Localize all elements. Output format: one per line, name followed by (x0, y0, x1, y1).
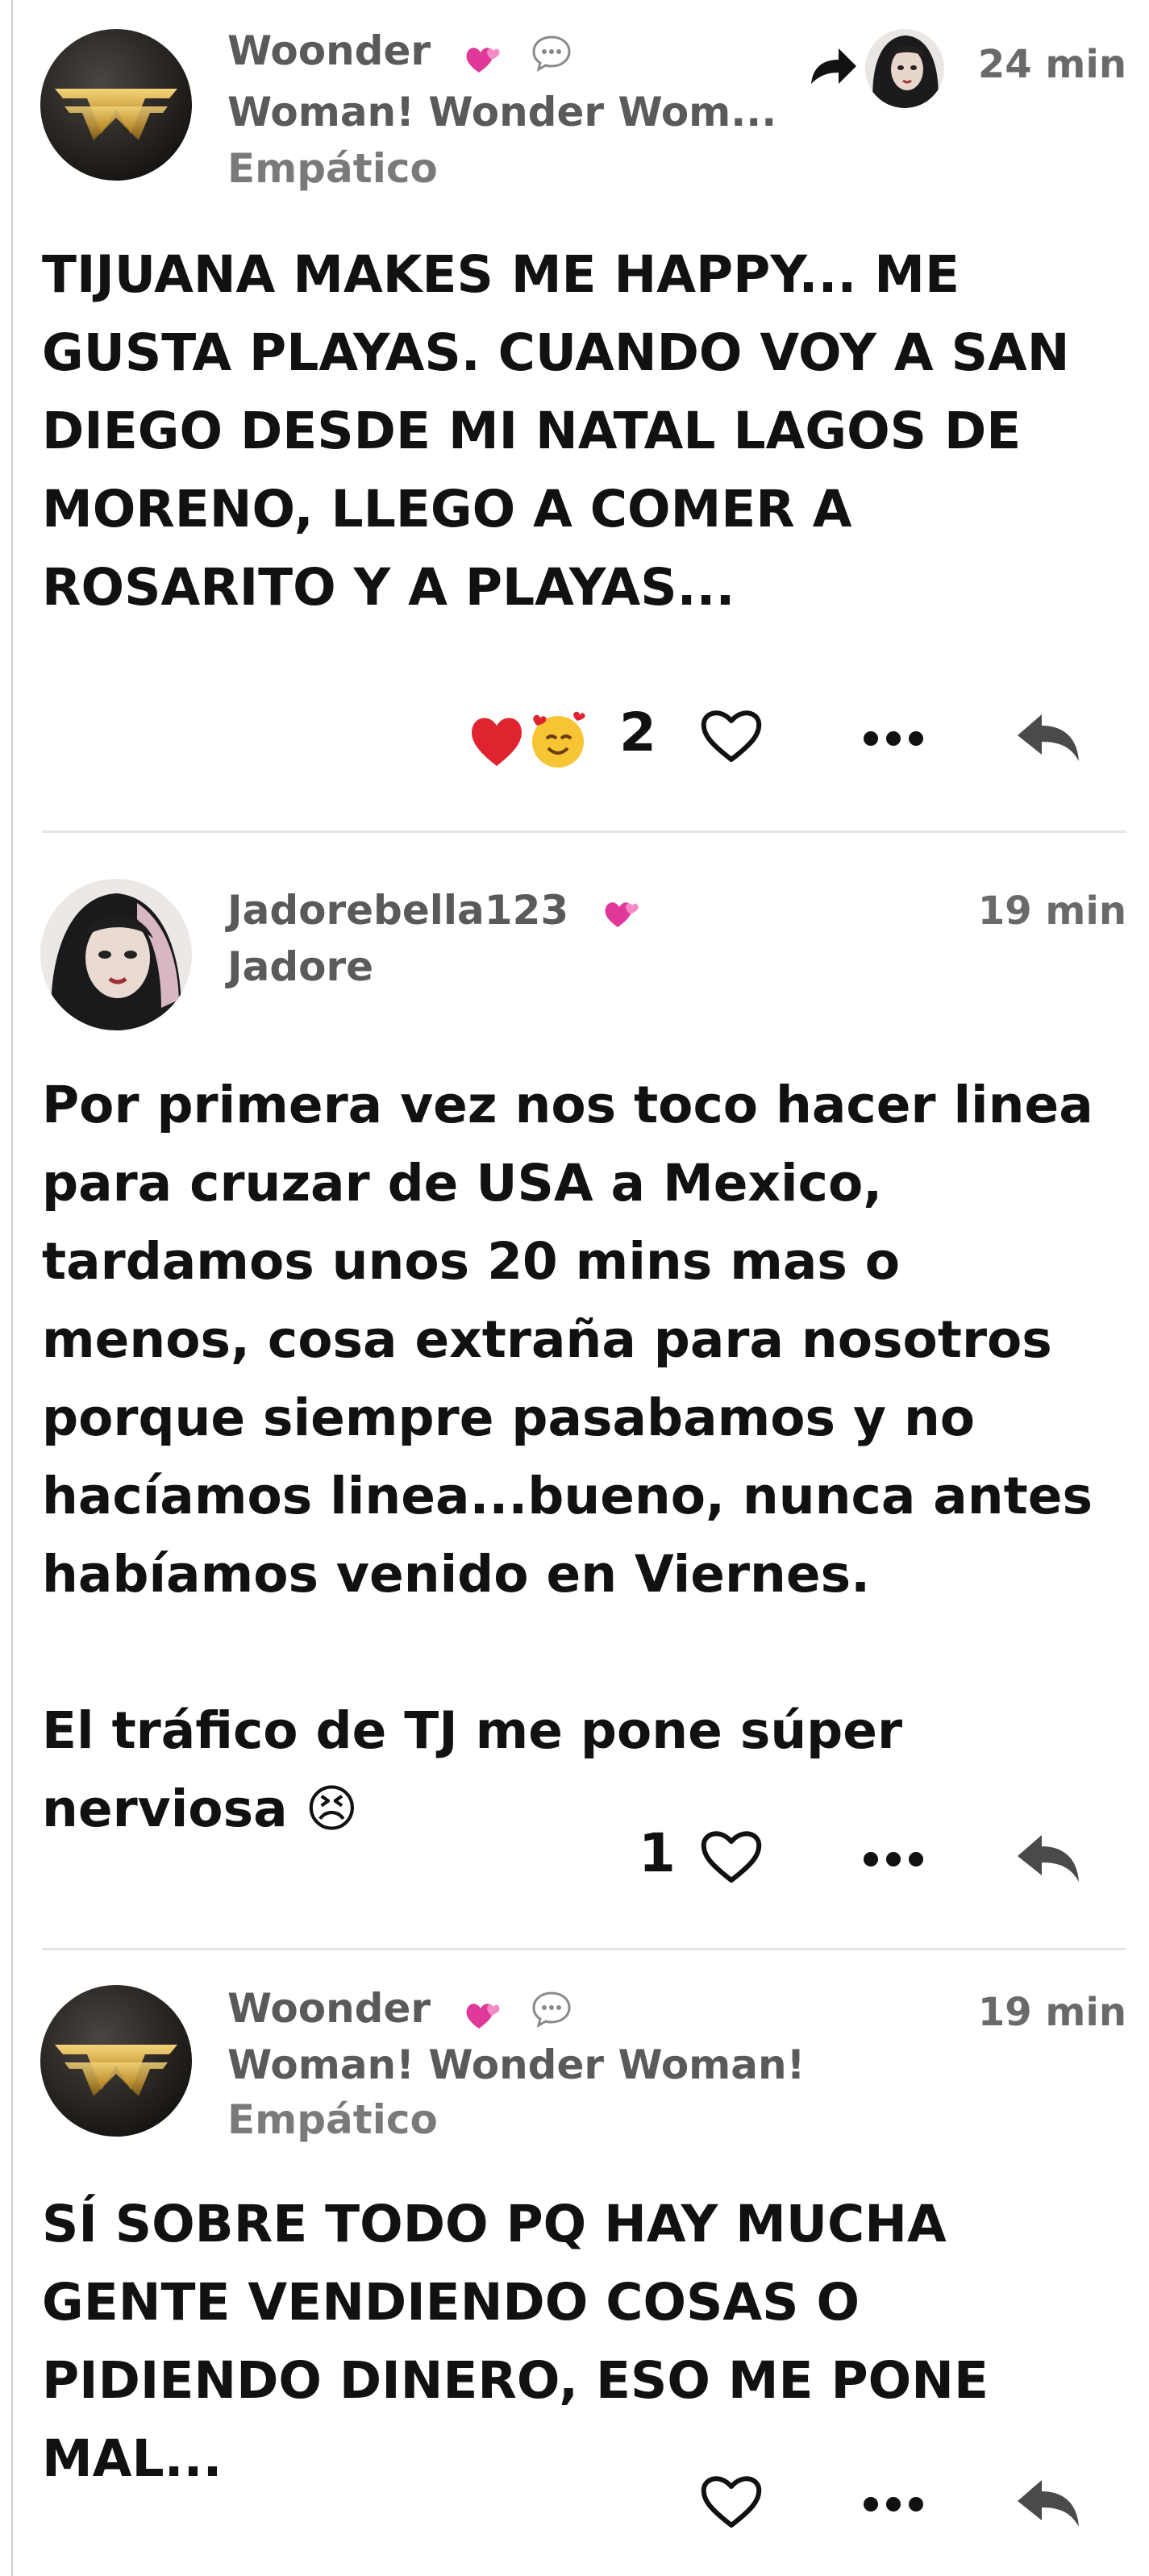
mood-label: Empático (227, 145, 438, 192)
reply-button[interactable] (1008, 2470, 1089, 2535)
display-name: Jadore (227, 943, 374, 990)
reply-icon (1018, 1835, 1079, 1882)
reactions-summary[interactable] (468, 706, 589, 771)
hearts-badge-icon (605, 902, 639, 927)
like-count: 2 (619, 701, 656, 764)
like-button[interactable] (695, 703, 768, 768)
username[interactable]: Woonder (227, 27, 431, 74)
reply-icon (1018, 714, 1079, 761)
comment-post-2: Jadorebella123 Jadore 19 min Por primera… (0, 855, 1149, 1943)
post-actions: 2 (0, 700, 1149, 772)
username[interactable]: Jadorebella123 (227, 887, 568, 934)
heart-outline-icon (701, 710, 762, 762)
reply-button[interactable] (1008, 705, 1089, 769)
wonder-woman-logo-icon (40, 29, 192, 181)
speech-bubble-icon (532, 1991, 571, 2028)
mood-label: Empático (227, 2096, 438, 2143)
gothic-woman-avatar (40, 879, 192, 1030)
like-button[interactable] (695, 2469, 768, 2533)
hearts-badge-icon (466, 2004, 500, 2029)
more-options-button[interactable] (853, 1827, 934, 1891)
post-body: SÍ SOBRE TODO PQ HAY MUCHA GENTE VENDIEN… (42, 2195, 1006, 2488)
wonder-woman-logo-icon (40, 1985, 192, 2137)
post-time: 19 min (977, 888, 1126, 934)
heart-outline-icon (701, 1831, 762, 1883)
post-actions (0, 2466, 1149, 2538)
display-name: Woman! Wonder Wom... (227, 89, 777, 135)
gothic-woman-avatar-small (865, 29, 944, 108)
post-divider (42, 1948, 1126, 1950)
avatar-woonder[interactable] (40, 1985, 192, 2137)
heart-reaction-icon (472, 711, 585, 768)
more-options-button[interactable] (853, 2472, 934, 2536)
ellipsis-icon (864, 2497, 923, 2511)
post-time: 24 min (977, 42, 1126, 87)
heart-outline-icon (701, 2476, 762, 2528)
comment-post-3: Woonder Woman! Wonder Woman! Empático 19… (0, 1967, 1149, 2576)
reply-arrow-icon (811, 48, 856, 84)
post-divider (42, 830, 1126, 833)
avatar-woonder[interactable] (40, 29, 192, 181)
more-options-button[interactable] (853, 706, 934, 771)
post-body: Por primera vez nos toco hacer linea par… (42, 1076, 1093, 1838)
like-count: 1 (639, 1822, 676, 1884)
reply-icon (1018, 2480, 1079, 2527)
post-body: TIJUANA MAKES ME HAPPY... ME GUSTA PLAYA… (42, 245, 1088, 617)
like-button[interactable] (695, 1824, 768, 1888)
post-actions: 1 (0, 1821, 1149, 1893)
comment-post-1: Woonder Woman! Wonder Wom... Empático 24… (0, 0, 1149, 830)
display-name: Woman! Wonder Woman! (227, 2041, 806, 2088)
ellipsis-icon (864, 731, 923, 746)
reply-button[interactable] (1008, 1825, 1089, 1890)
hearts-badge-icon (466, 48, 500, 73)
ellipsis-icon (864, 1852, 923, 1866)
speech-bubble-icon (532, 35, 571, 72)
post-time: 19 min (977, 1990, 1126, 2035)
reply-to-avatar[interactable] (865, 29, 944, 108)
username[interactable]: Woonder (227, 1985, 431, 2032)
avatar-jadorebella123[interactable] (40, 879, 192, 1030)
